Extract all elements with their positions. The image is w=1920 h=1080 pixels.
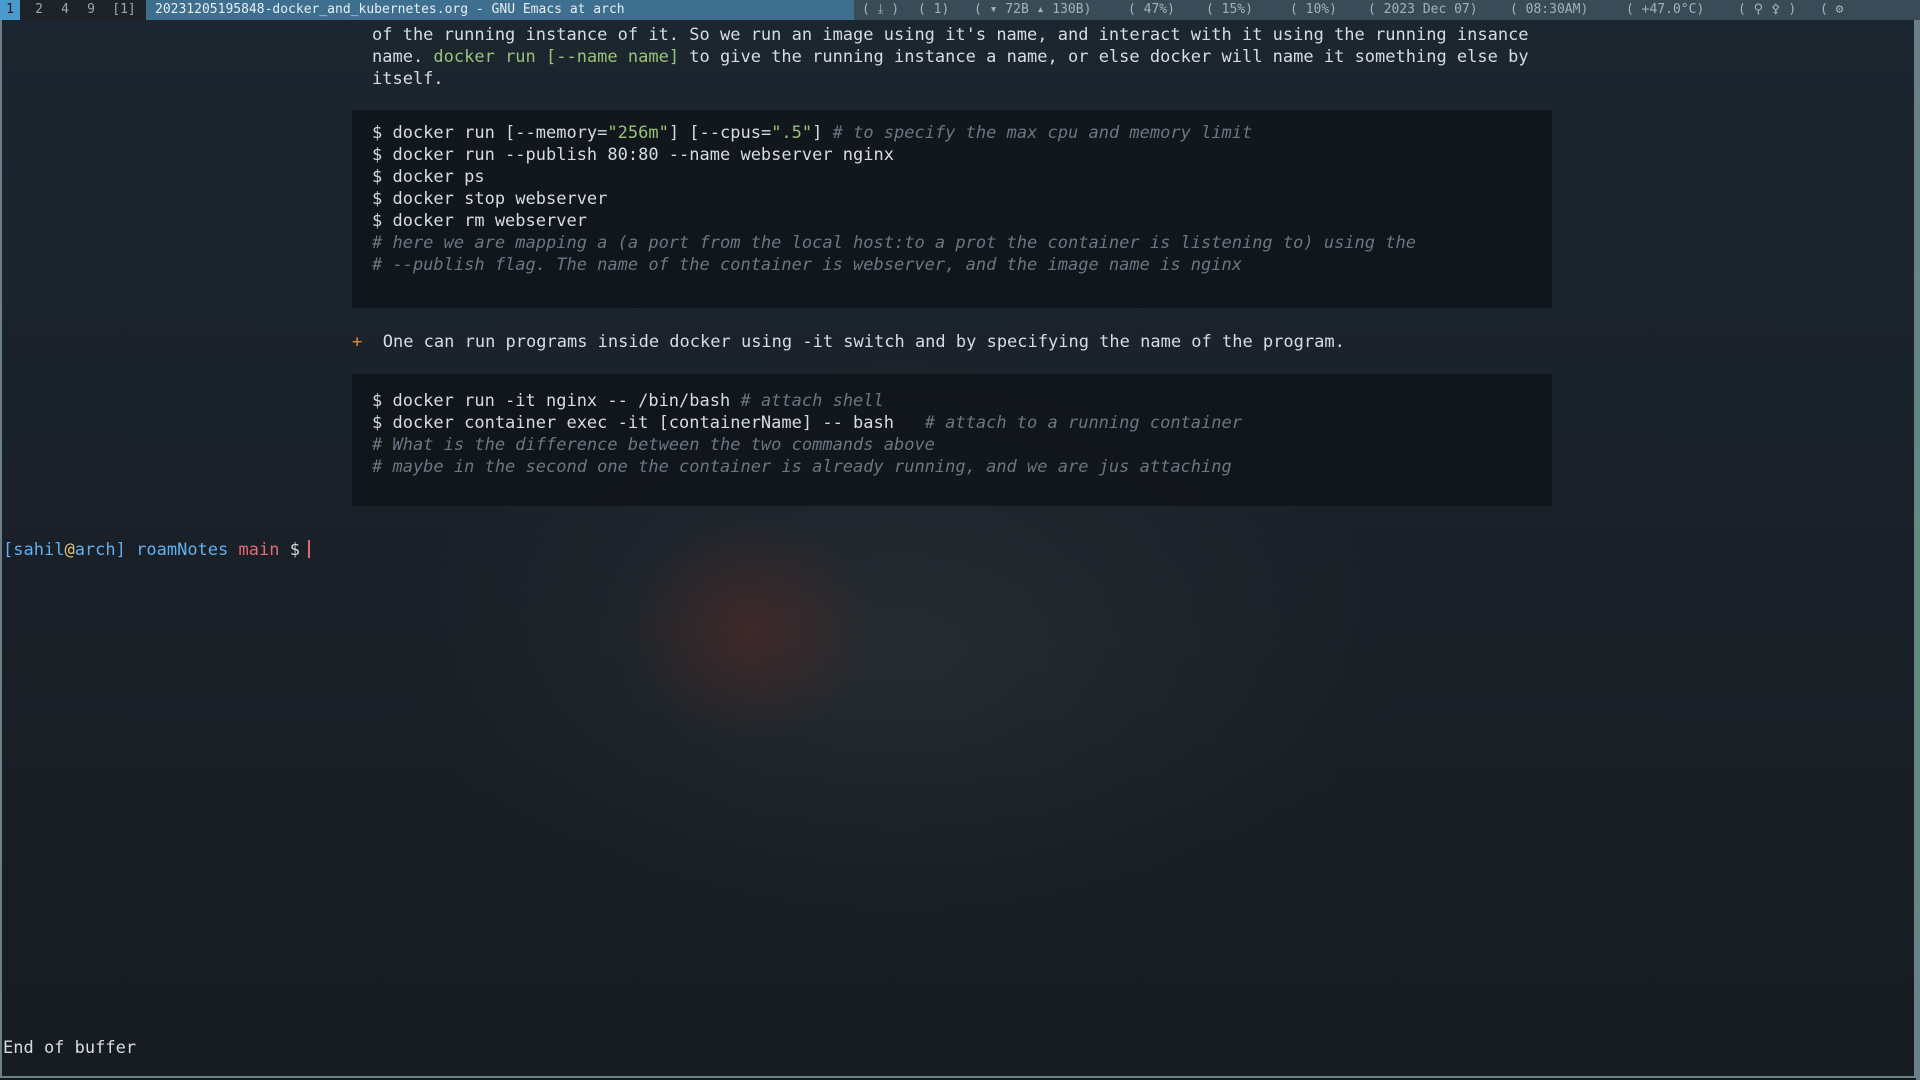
code-line: $ docker stop webserver bbox=[372, 189, 608, 209]
clock-module[interactable]: ( 08:30AM) bbox=[1510, 0, 1588, 20]
inline-code: docker run [--name name] bbox=[433, 47, 680, 67]
prompt-git-branch: main bbox=[238, 540, 280, 560]
code-line: $ docker run --publish 80:80 --name webs… bbox=[372, 145, 894, 165]
status-modules: ( ⤓ ) ( 1) ( ▾ 72B ▴ 130B) ( 47%) ( 15%)… bbox=[854, 0, 1920, 20]
temperature-module[interactable]: ( +47.0°C) bbox=[1626, 0, 1704, 20]
top-status-bar: 1 2 4 9 [1] 20231205195848-docker_and_ku… bbox=[0, 0, 1920, 20]
code-comment: # --publish flag. The name of the contai… bbox=[372, 255, 1242, 275]
code-line: $ docker run [--memory="256m"] [--cpus="… bbox=[372, 123, 1253, 143]
prompt-directory: roamNotes bbox=[136, 540, 229, 560]
brightness-module[interactable]: ( 10%) bbox=[1290, 0, 1337, 20]
battery-module[interactable]: ( 47%) bbox=[1128, 0, 1175, 20]
workspace-1[interactable]: 1 bbox=[0, 0, 20, 20]
window-title: 20231205195848-docker_and_kubernetes.org… bbox=[146, 0, 854, 20]
paragraph-line: of the running instance of it. So we run… bbox=[372, 25, 1529, 45]
emacs-buffer[interactable]: of the running instance of it. So we run… bbox=[0, 20, 1920, 1080]
shell-prompt[interactable]: [sahil@arch] roamNotes main $ bbox=[3, 540, 310, 560]
code-line: $ docker container exec -it [containerNa… bbox=[372, 413, 1242, 433]
window-border-right bbox=[1916, 20, 1920, 1080]
echo-area: End of buffer bbox=[3, 1038, 137, 1058]
workspace-9[interactable]: 9 bbox=[82, 0, 100, 20]
code-line: $ docker ps bbox=[372, 167, 485, 187]
code-comment: # here we are mapping a (a port from the… bbox=[372, 233, 1416, 253]
layout-indicator[interactable]: [1] bbox=[110, 0, 138, 20]
code-block[interactable]: $ docker run [--memory="256m"] [--cpus="… bbox=[352, 110, 1552, 308]
network-module[interactable]: ( ▾ 72B ▴ 130B) bbox=[974, 0, 1091, 20]
updates-module[interactable]: ( ⤓ ) bbox=[862, 0, 899, 20]
workspace-2[interactable]: 2 bbox=[30, 0, 48, 20]
paragraph-line: itself. bbox=[372, 69, 444, 89]
code-line: $ docker run -it nginx -- /bin/bash # at… bbox=[372, 391, 884, 411]
wifi-module[interactable]: ( ⚲ ⚴ ) bbox=[1738, 0, 1796, 20]
code-line: $ docker rm webserver bbox=[372, 211, 587, 231]
code-comment: # What is the difference between the two… bbox=[372, 435, 935, 455]
settings-icon[interactable]: ( ⚙ bbox=[1820, 0, 1843, 20]
volume-module[interactable]: ( 15%) bbox=[1206, 0, 1253, 20]
code-comment: # maybe in the second one the container … bbox=[372, 457, 1232, 477]
workspace-4[interactable]: 4 bbox=[56, 0, 74, 20]
prompt-host: arch bbox=[74, 540, 116, 560]
mail-module[interactable]: ( 1) bbox=[918, 0, 949, 20]
text-cursor bbox=[307, 540, 310, 558]
list-item: + One can run programs inside docker usi… bbox=[352, 332, 1345, 352]
code-block[interactable]: $ docker run -it nginx -- /bin/bash # at… bbox=[352, 374, 1552, 506]
prompt-user: sahil bbox=[13, 540, 65, 560]
paragraph-line: name. docker run [--name name] to give t… bbox=[372, 47, 1529, 67]
bullet-marker: + bbox=[352, 332, 363, 352]
date-module[interactable]: ( 2023 Dec 07) bbox=[1368, 0, 1478, 20]
